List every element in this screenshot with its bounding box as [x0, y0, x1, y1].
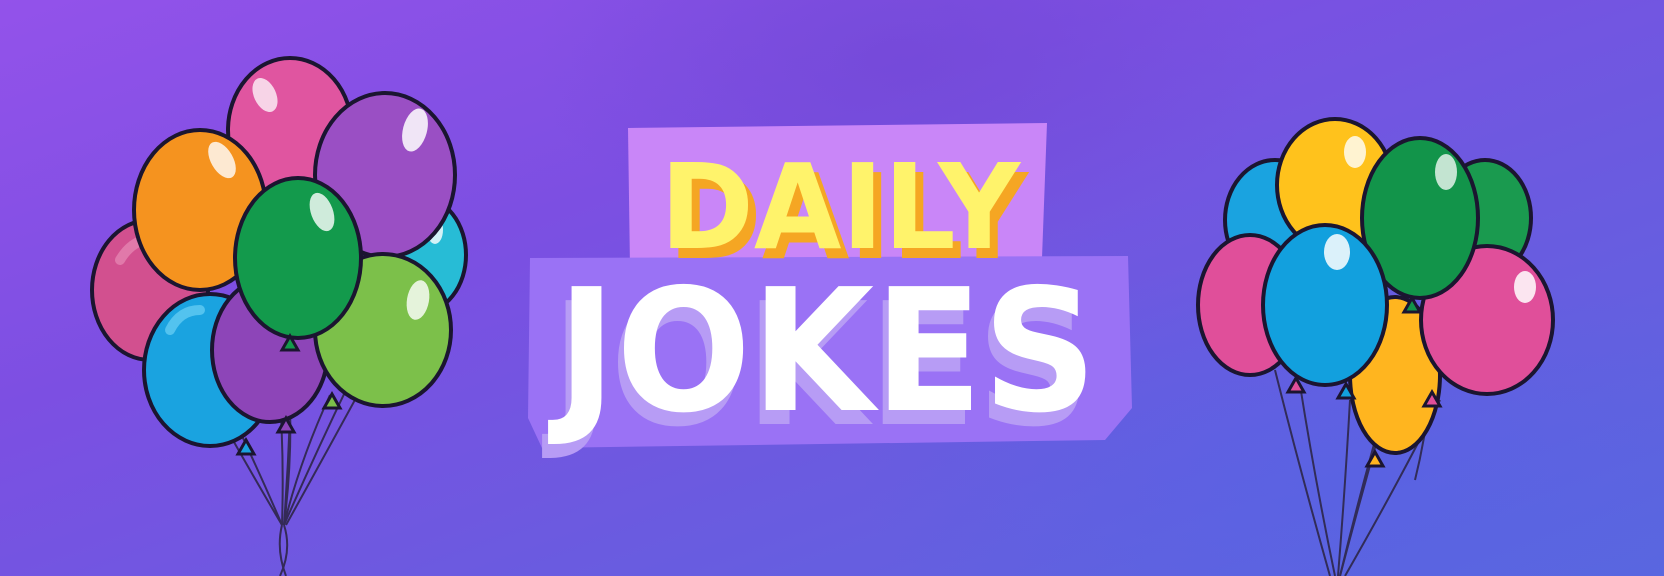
right-balloon-bunch-icon: [1196, 117, 1555, 576]
title-line2: JOKES: [548, 253, 1097, 451]
banner: DAILY DAILY JOKES JOKES: [0, 0, 1664, 576]
title-graphic: DAILY DAILY JOKES JOKES: [528, 123, 1132, 458]
title-sticker: DAILY DAILY JOKES JOKES: [520, 118, 1140, 458]
left-balloon-bunch-icon: [90, 56, 468, 576]
